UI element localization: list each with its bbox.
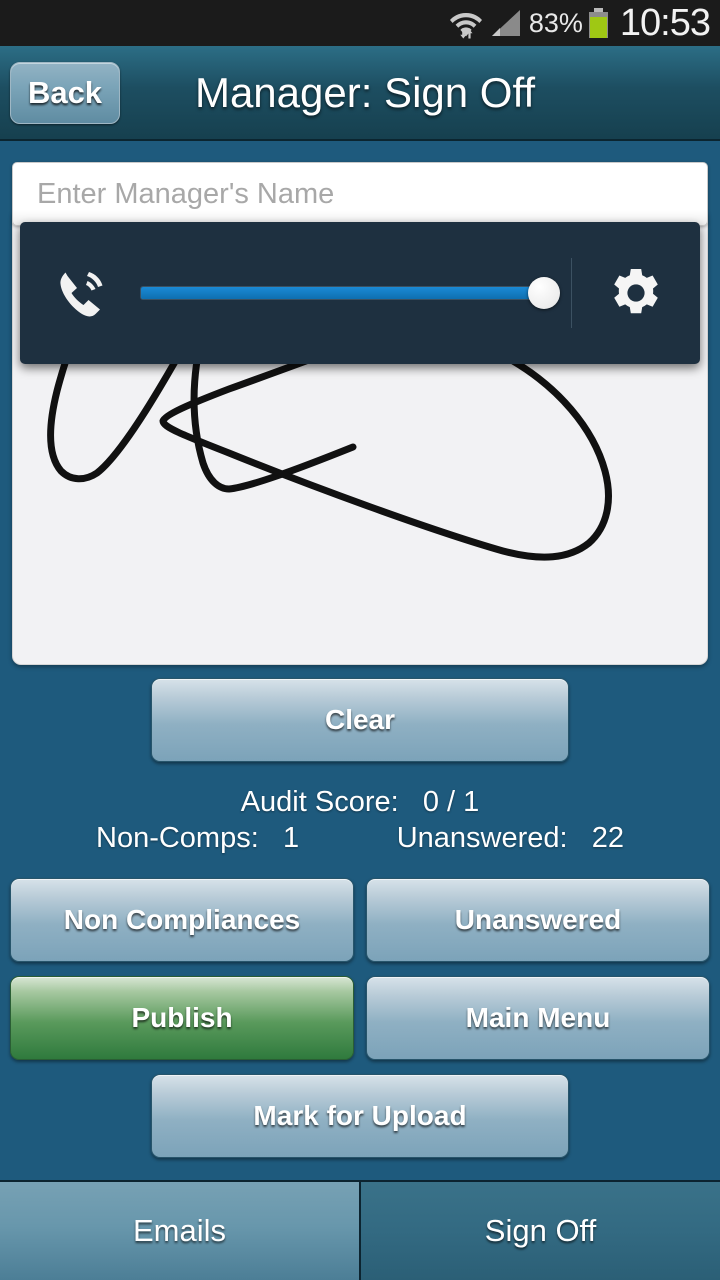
slider-track[interactable] bbox=[140, 277, 560, 309]
wifi-icon bbox=[449, 7, 483, 39]
status-bar-clock: 10:53 bbox=[619, 2, 711, 44]
non-comps-value: 1 bbox=[282, 822, 300, 854]
publish-button[interactable]: Publish bbox=[10, 976, 354, 1060]
unanswered-stat: Unanswered: 22 bbox=[397, 822, 624, 855]
cellular-signal-icon bbox=[490, 8, 522, 38]
audit-score-label: Audit Score: bbox=[240, 786, 399, 818]
non-compliances-button[interactable]: Non Compliances bbox=[10, 878, 354, 962]
audit-score-value: 0 / 1 bbox=[422, 786, 480, 818]
clear-button-label: Clear bbox=[324, 704, 396, 735]
ringer-volume-slider[interactable] bbox=[140, 277, 571, 309]
manager-name-field[interactable]: Enter Manager's Name bbox=[12, 162, 708, 226]
slider-fill bbox=[141, 287, 546, 299]
main-menu-label: Main Menu bbox=[465, 1002, 611, 1033]
non-compliances-label: Non Compliances bbox=[63, 904, 301, 935]
non-comps-label: Non-Comps: bbox=[96, 822, 259, 854]
mark-for-upload-label: Mark for Upload bbox=[253, 1100, 467, 1131]
title-bar: Back Manager: Sign Off bbox=[0, 46, 720, 141]
unanswered-value: 22 bbox=[591, 822, 624, 854]
status-bar: 83% 10:53 bbox=[0, 0, 720, 46]
phone-ringer-icon[interactable] bbox=[20, 262, 140, 324]
audit-score-row: Audit Score: 0 / 1 bbox=[0, 786, 720, 819]
main-menu-button[interactable]: Main Menu bbox=[366, 976, 710, 1060]
mark-for-upload-button[interactable]: Mark for Upload bbox=[151, 1074, 569, 1158]
battery-icon bbox=[588, 8, 608, 38]
gear-icon[interactable] bbox=[572, 265, 700, 321]
non-comps-stat: Non-Comps: 1 bbox=[96, 822, 299, 855]
counts-row: Non-Comps: 1 Unanswered: 22 bbox=[0, 822, 720, 855]
bottom-tab-bar: Emails Sign Off bbox=[0, 1180, 720, 1280]
volume-overlay-panel bbox=[20, 222, 700, 364]
tab-sign-off-label: Sign Off bbox=[484, 1213, 597, 1248]
app-screen: 83% 10:53 Back Manager: Sign Off Enter M… bbox=[0, 0, 720, 1280]
tab-emails[interactable]: Emails bbox=[0, 1182, 361, 1280]
publish-button-label: Publish bbox=[131, 1002, 233, 1033]
manager-name-placeholder: Enter Manager's Name bbox=[37, 177, 335, 210]
battery-percent: 83% bbox=[529, 8, 610, 39]
tab-emails-label: Emails bbox=[132, 1213, 226, 1248]
tab-sign-off[interactable]: Sign Off bbox=[361, 1182, 720, 1280]
unanswered-label: Unanswered: bbox=[396, 822, 568, 854]
slider-thumb[interactable] bbox=[528, 277, 560, 309]
unanswered-button[interactable]: Unanswered bbox=[366, 878, 710, 962]
back-button-label: Back bbox=[27, 74, 103, 110]
page-title: Manager: Sign Off bbox=[194, 68, 536, 116]
battery-percent-label: 83% bbox=[528, 7, 583, 38]
clear-signature-button[interactable]: Clear bbox=[151, 678, 569, 762]
unanswered-button-label: Unanswered bbox=[454, 904, 622, 935]
back-button[interactable]: Back bbox=[10, 61, 120, 124]
